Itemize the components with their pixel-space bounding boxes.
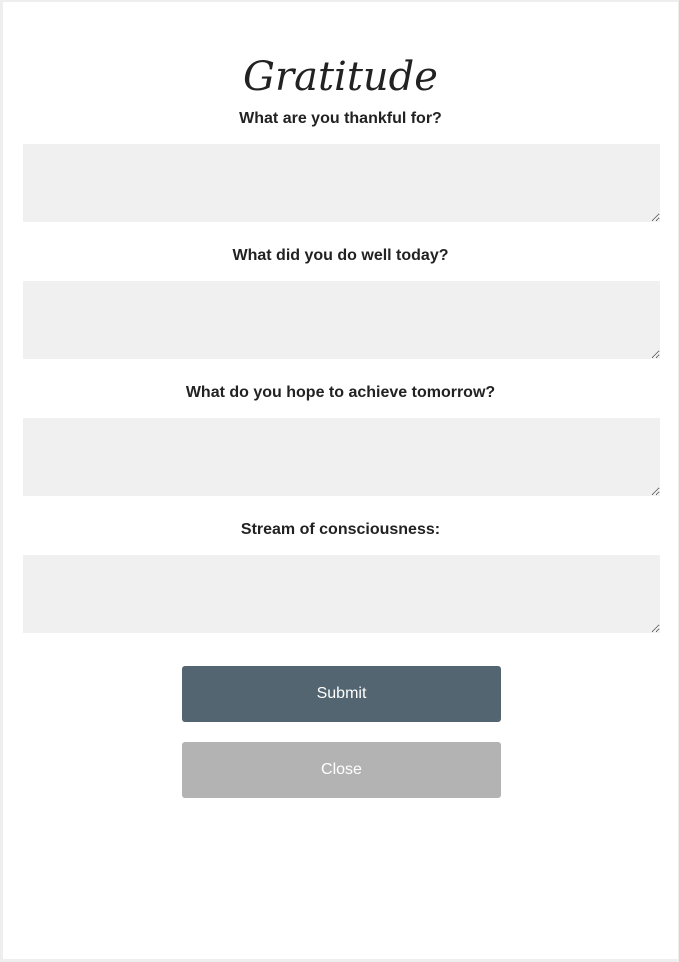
hope-tomorrow-textarea[interactable] [23,418,660,496]
question-label-stream: Stream of consciousness: [240,521,441,538]
submit-button[interactable]: Submit [182,666,501,722]
gratitude-form-card: Gratitude What are you thankful for? Wha… [3,2,678,959]
question-label-thankful: What are you thankful for? [239,110,442,127]
form-title: Gratitude [243,54,438,100]
close-button[interactable]: Close [182,742,501,798]
stream-textarea[interactable] [23,555,660,633]
question-label-hope-tomorrow: What do you hope to achieve tomorrow? [185,384,496,401]
question-label-did-well: What did you do well today? [232,247,449,264]
did-well-textarea[interactable] [23,281,660,359]
thankful-textarea[interactable] [23,144,660,222]
